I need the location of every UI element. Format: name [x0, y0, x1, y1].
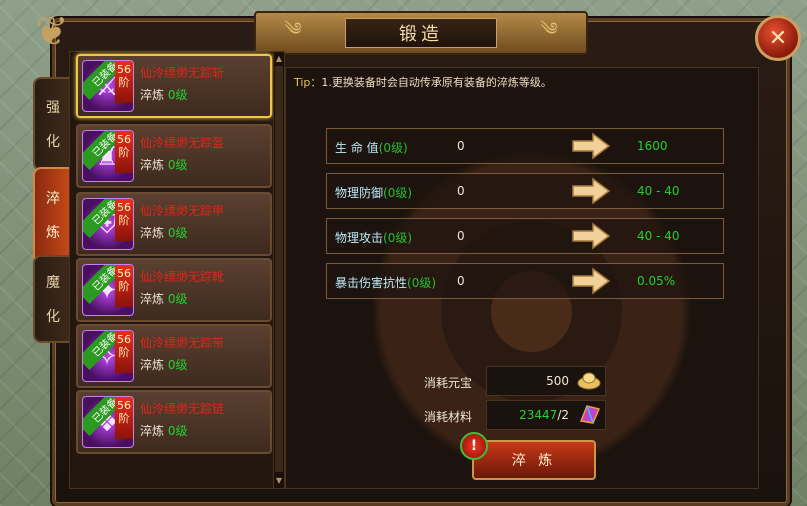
stat-name: 物理攻击(0级)	[335, 231, 413, 245]
arrow-right-icon	[572, 222, 611, 250]
item-name: 仙泠缥缈无踪斩	[140, 66, 225, 80]
item-name: 仙泠缥缈无踪链	[140, 402, 225, 416]
tier-badge: 56 阶	[115, 131, 133, 173]
material-cost-box: 23447/2	[486, 400, 606, 430]
tier-badge: 56 阶	[115, 199, 133, 241]
forge-window: ❦ ༄ 锻造 ༄ ✕ 强 化 淬 炼 魔 化 ⚔ 已装备 56 阶 仙泠缥缈无踪斩…	[33, 9, 801, 506]
equipment-icon: ⚔ 已装备 56 阶	[82, 60, 134, 112]
equipment-icon: ✦ 已装备 56 阶	[82, 264, 134, 316]
item-name: 仙泠缥缈无踪靴	[140, 270, 225, 284]
close-icon: ✕	[768, 25, 788, 51]
equipment-icon: ❖ 已装备 56 阶	[82, 396, 134, 448]
stat-current: 0	[457, 274, 465, 288]
title-bar: ༄ 锻造 ༄	[254, 11, 588, 55]
tab-label: 强	[46, 100, 60, 116]
equipment-item-weapon[interactable]: ⚔ 已装备 56 阶 仙泠缥缈无踪斩 淬炼 0级	[76, 54, 272, 118]
item-refine-level: 淬炼 0级	[140, 226, 188, 240]
tier-badge: 56 阶	[115, 61, 133, 103]
tab-label: 淬	[46, 191, 60, 207]
tier-badge: 56 阶	[115, 397, 133, 439]
gold-cost-label: 消耗元宝	[424, 376, 473, 390]
tab-label: 炼	[46, 225, 60, 241]
refine-panel: Tip：1.更换装备时会自动传承原有装备的淬炼等级。 生 命 值(0级) 0 1…	[285, 67, 759, 489]
arrow-right-icon	[572, 267, 611, 295]
dragon-ornament-icon: ❦	[35, 9, 69, 55]
equipment-list: ⚔ 已装备 56 阶 仙泠缥缈无踪斩 淬炼 0级 ♜ 已装备 56 阶 仙泠缥缈无踪…	[69, 51, 275, 489]
stat-row-crit-resist: 暴击伤害抗性(0级) 0 0.05%	[326, 263, 724, 299]
tab-label: 化	[46, 134, 60, 150]
equipment-icon: ⛨ 已装备 56 阶	[82, 198, 134, 250]
equipment-icon: ✧ 已装备 56 阶	[82, 330, 134, 382]
item-name: 仙泠缥缈无踪带	[140, 336, 225, 350]
refine-button[interactable]: ! 淬 炼	[460, 432, 596, 480]
stat-row-defense: 物理防御(0级) 0 40 - 40	[326, 173, 724, 209]
stat-next: 40 - 40	[637, 229, 680, 243]
scrollbar-thumb[interactable]	[275, 66, 283, 472]
tab-label: 魔	[46, 275, 60, 291]
window-title: 锻造	[345, 18, 497, 48]
equipment-item-boots[interactable]: ✦ 已装备 56 阶 仙泠缥缈无踪靴 淬炼 0级	[76, 258, 272, 322]
arrow-right-icon	[572, 177, 611, 205]
gold-cost-value: 500	[546, 374, 569, 388]
stat-current: 0	[457, 184, 465, 198]
item-name: 仙泠缥缈无踪甲	[140, 204, 225, 218]
close-button[interactable]: ✕	[755, 15, 801, 61]
stat-name: 物理防御(0级)	[335, 186, 413, 200]
tab-label: 化	[46, 309, 60, 325]
stat-next: 1600	[637, 139, 668, 153]
equipment-item-helmet[interactable]: ♜ 已装备 56 阶 仙泠缥缈无踪盔 淬炼 0级	[76, 124, 272, 188]
arrow-right-icon	[572, 132, 611, 160]
item-name: 仙泠缥缈无踪盔	[140, 136, 225, 150]
tip-text: Tip：1.更换装备时会自动传承原有装备的淬炼等级。	[294, 76, 552, 89]
tab-enchant[interactable]: 魔 化	[33, 255, 71, 343]
item-refine-level: 淬炼 0级	[140, 292, 188, 306]
stat-row-hp: 生 命 值(0级) 0 1600	[326, 128, 724, 164]
equipment-item-belt[interactable]: ✧ 已装备 56 阶 仙泠缥缈无踪带 淬炼 0级	[76, 324, 272, 388]
equipment-item-necklace[interactable]: ❖ 已装备 56 阶 仙泠缥缈无踪链 淬炼 0级	[76, 390, 272, 454]
list-scrollbar[interactable]: ▲ ▼	[273, 51, 285, 489]
material-cost-value: 23447/2	[519, 408, 569, 422]
material-cost-label: 消耗材料	[424, 410, 473, 424]
item-refine-level: 淬炼 0级	[140, 158, 188, 172]
scroll-down-icon[interactable]: ▼	[274, 476, 284, 486]
item-refine-level: 淬炼 0级	[140, 424, 188, 438]
equipment-icon: ♜ 已装备 56 阶	[82, 130, 134, 182]
tier-badge: 56 阶	[115, 265, 133, 307]
stat-row-attack: 物理攻击(0级) 0 40 - 40	[326, 218, 724, 254]
equipment-item-armor[interactable]: ⛨ 已装备 56 阶 仙泠缥缈无踪甲 淬炼 0级	[76, 192, 272, 256]
stat-name: 暴击伤害抗性(0级)	[335, 276, 437, 290]
stat-current: 0	[457, 139, 465, 153]
tab-strengthen[interactable]: 强 化	[33, 77, 71, 171]
tier-badge: 56 阶	[115, 331, 133, 373]
stat-next: 40 - 40	[637, 184, 680, 198]
crystal-icon	[579, 405, 601, 424]
gold-cost-box: 500	[486, 366, 606, 396]
alert-icon: !	[460, 432, 488, 460]
tab-refine[interactable]: 淬 炼	[33, 167, 71, 263]
item-refine-level: 淬炼 0级	[140, 88, 188, 102]
ingot-icon	[577, 372, 601, 390]
stat-next: 0.05%	[637, 274, 676, 288]
refine-button-label: 淬 炼	[511, 453, 557, 469]
item-refine-level: 淬炼 0级	[140, 358, 188, 372]
stat-current: 0	[457, 229, 465, 243]
dragon-right-icon: ༄	[540, 19, 558, 40]
stat-name: 生 命 值(0级)	[335, 141, 408, 155]
scroll-up-icon[interactable]: ▲	[274, 54, 284, 64]
dragon-left-icon: ༄	[284, 19, 302, 40]
